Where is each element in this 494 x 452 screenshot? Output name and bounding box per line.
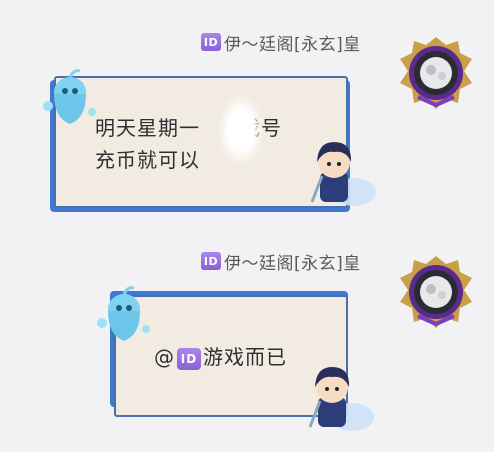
mention-text: @ ID 游戏而已	[154, 341, 287, 373]
message-row-1: ID 伊～廷阁[永玄]皇 明天星期一 充币就可以	[0, 0, 494, 225]
id-badge-icon: ID	[201, 33, 221, 51]
text-line-1a: 明天星期一	[95, 116, 200, 140]
mention-body: 游戏而已	[203, 345, 287, 369]
blur-overlay	[218, 94, 264, 166]
avatar[interactable]	[398, 35, 474, 111]
message-row-2: ID 伊～廷阁[永玄]皇 @ ID 游戏而已	[0, 225, 494, 452]
message-bubble[interactable]: @ ID 游戏而已	[94, 286, 384, 447]
sender-name[interactable]: ID 伊～廷阁[永玄]皇	[201, 30, 361, 55]
id-badge-icon: ID	[201, 252, 221, 270]
avatar[interactable]	[398, 254, 474, 330]
sender-name-text: 伊～廷阁[永玄]皇	[224, 253, 361, 274]
sender-name-text: 伊～廷阁[永玄]皇	[224, 34, 361, 55]
id-badge-icon: ID	[177, 347, 201, 370]
chibi-character-icon	[300, 357, 378, 439]
ghost-sprite-icon	[40, 66, 100, 138]
message-text: 明天星期一戏号 充币就可以	[95, 112, 325, 176]
chibi-character-icon	[302, 132, 380, 214]
sender-name[interactable]: ID 伊～廷阁[永玄]皇	[201, 249, 361, 274]
at-symbol: @	[154, 345, 175, 369]
ghost-sprite-icon	[94, 283, 154, 355]
message-bubble[interactable]: 明天星期一戏号 充币就可以	[40, 69, 380, 220]
text-line-2: 充币就可以	[95, 148, 200, 172]
